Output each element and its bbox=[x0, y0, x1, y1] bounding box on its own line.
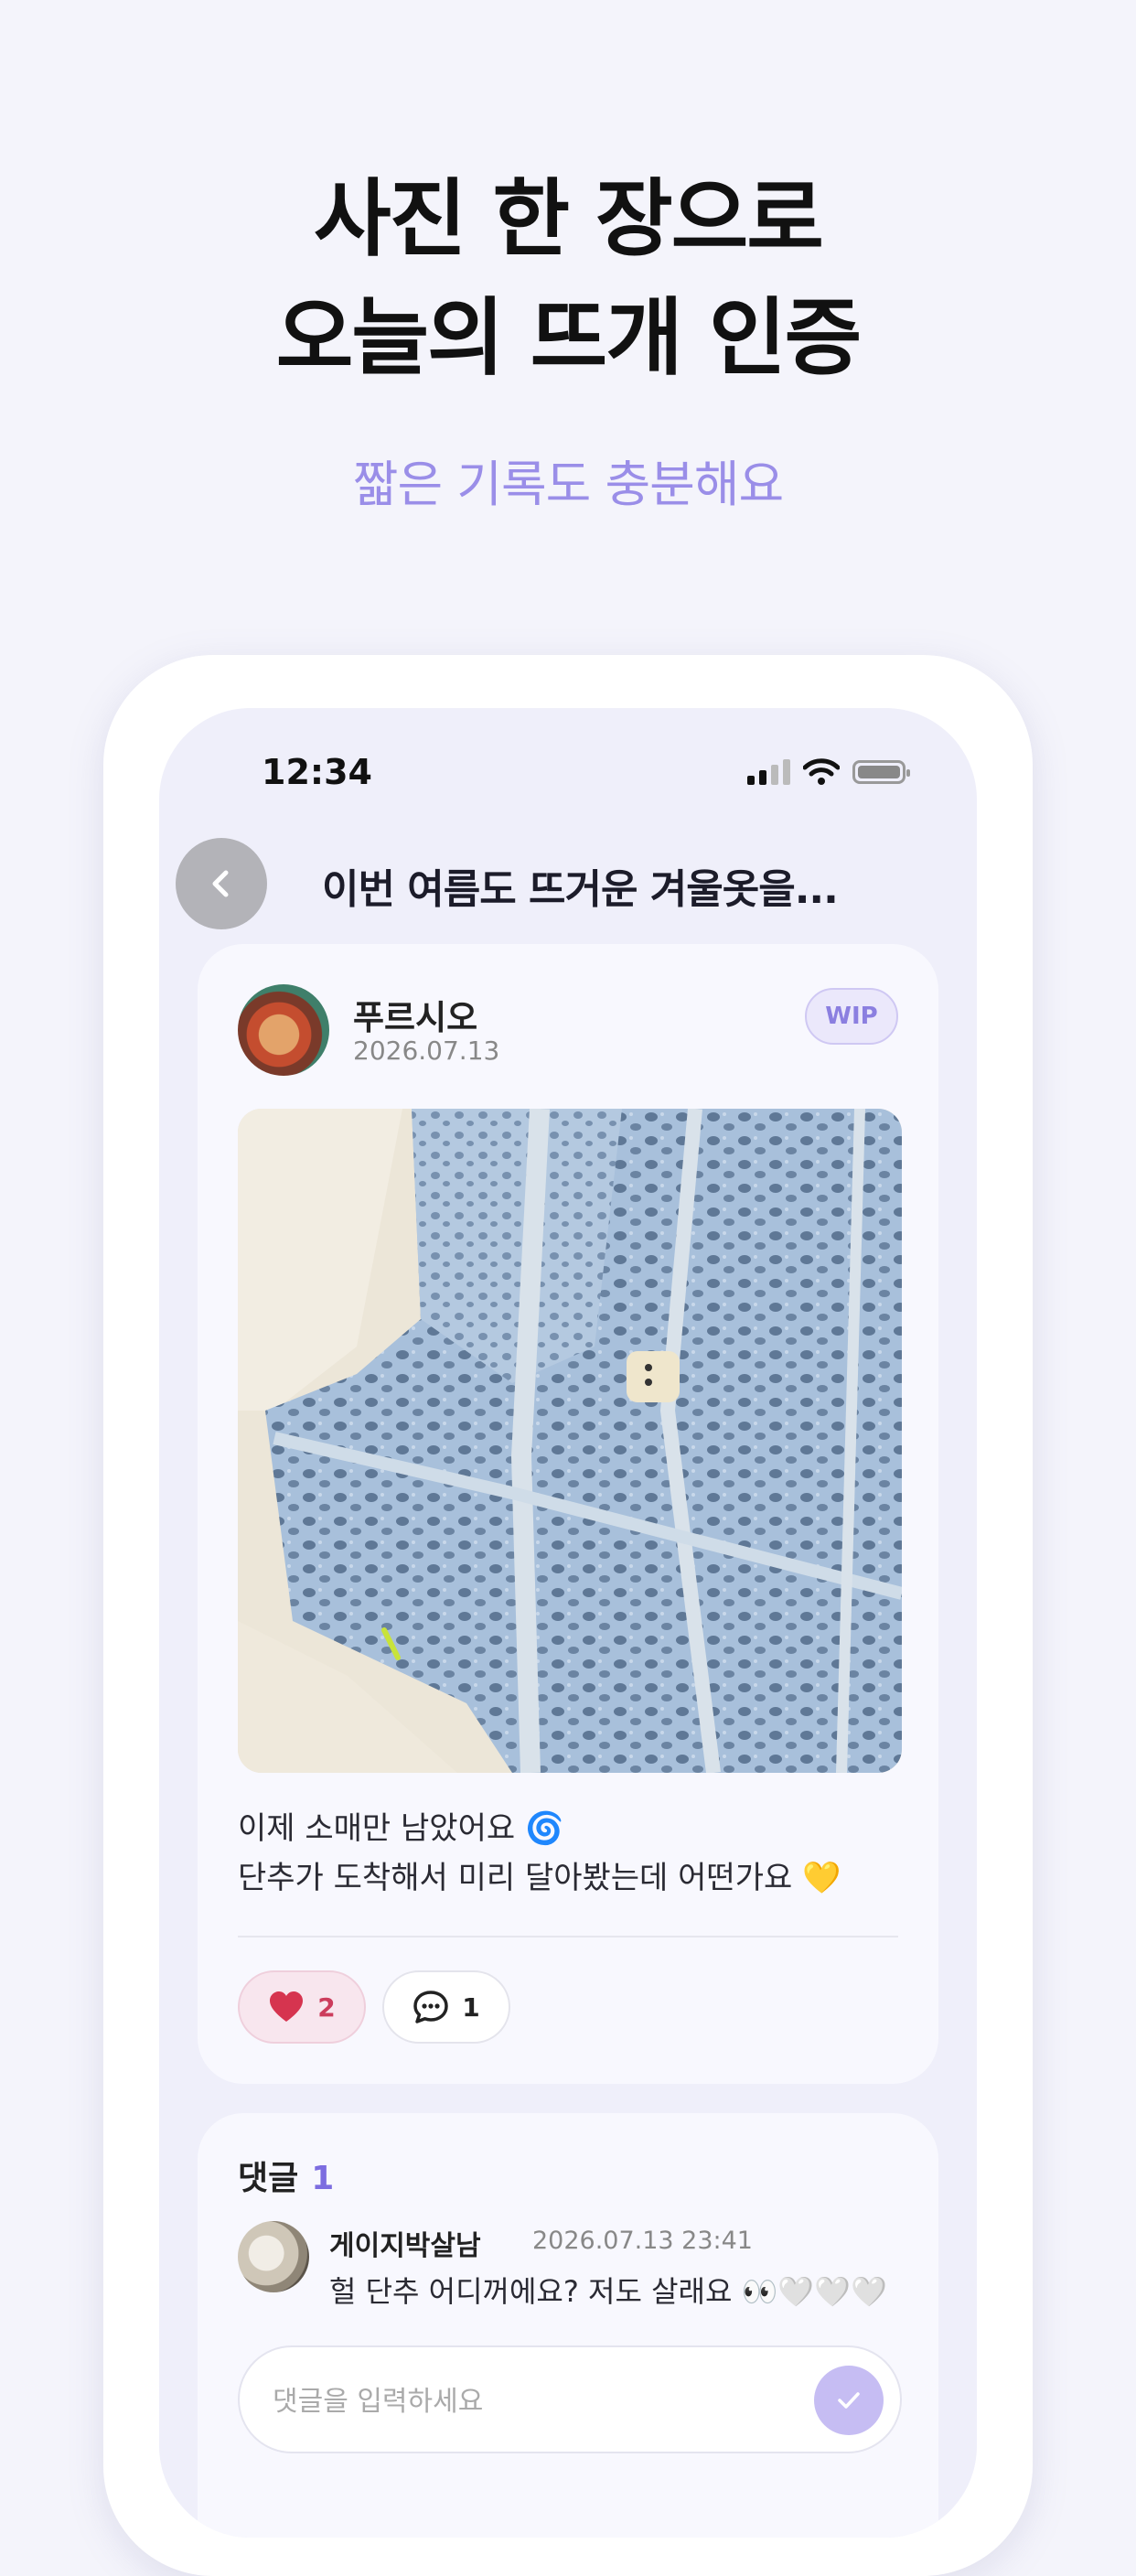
promo-subtitle: 짧은 기록도 충분해요 bbox=[352, 456, 784, 513]
promo-headline-line2: 오늘의 뜨개 인증 bbox=[275, 289, 863, 387]
comment-author[interactable]: 게이지박살남 bbox=[329, 2223, 481, 2263]
caption-line2: 단추가 도착해서 미리 달아봤는데 어떤가요 💛 bbox=[238, 1860, 841, 1896]
comment-input[interactable] bbox=[271, 2375, 787, 2428]
promo-headline: 사진 한 장으로 오늘의 뜨개 인증 bbox=[0, 160, 1136, 398]
comment-button[interactable]: 1 bbox=[382, 1970, 510, 2044]
commenter-avatar[interactable] bbox=[238, 2221, 309, 2292]
caption-line1: 이제 소매만 남았어요 🌀 bbox=[238, 1810, 564, 1847]
wifi-icon bbox=[803, 758, 840, 785]
signal-icon bbox=[747, 759, 790, 785]
back-button[interactable] bbox=[176, 838, 267, 929]
post-caption: 이제 소매만 남았어요 🌀 단추가 도착해서 미리 달아봤는데 어떤가요 💛 bbox=[238, 1804, 902, 1903]
check-icon bbox=[838, 2392, 860, 2409]
post-date: 2026.07.13 bbox=[353, 1036, 500, 1066]
comments-count: 1 bbox=[311, 2160, 335, 2197]
comment-text: 헐 단추 어디꺼에요? 저도 살래요 👀🤍🤍🤍 bbox=[329, 2274, 887, 2309]
status-badge: WIP bbox=[805, 988, 898, 1045]
comment-date: 2026.07.13 23:41 bbox=[532, 2227, 753, 2255]
divider bbox=[238, 1936, 898, 1937]
battery-icon bbox=[852, 760, 910, 784]
post-card: 푸르시오 2026.07.13 WIP 이제 소매만 남았어요 🌀 단추가 도착… bbox=[198, 944, 938, 2084]
send-button[interactable] bbox=[814, 2366, 884, 2435]
comment-input-box bbox=[238, 2345, 902, 2453]
chevron-left-icon bbox=[212, 870, 229, 897]
crochet-photo-image bbox=[238, 1109, 902, 1773]
phone-screen: 12:34 이번 여름도 뜨거운 겨울옷을... 푸르시오 2026.07.13… bbox=[159, 708, 977, 2538]
status-time: 12:34 bbox=[262, 752, 372, 792]
speech-bubble-icon bbox=[413, 1991, 448, 2023]
author-avatar[interactable] bbox=[238, 984, 329, 1076]
post-photo[interactable] bbox=[238, 1109, 902, 1773]
comments-header: 댓글 1 bbox=[238, 2152, 334, 2199]
comments-title: 댓글 bbox=[238, 2160, 299, 2197]
like-button[interactable]: 2 bbox=[238, 1970, 366, 2044]
comments-card: 댓글 1 게이지박살남 2026.07.13 23:41 헐 단추 어디꺼에요? … bbox=[198, 2113, 938, 2538]
page-title: 이번 여름도 뜨거운 겨울옷을... bbox=[322, 866, 839, 913]
like-count: 2 bbox=[317, 1991, 336, 2023]
post-author[interactable]: 푸르시오 bbox=[353, 990, 477, 1039]
status-icons bbox=[747, 754, 910, 790]
comment-count: 1 bbox=[462, 1991, 480, 2023]
heart-icon bbox=[270, 1991, 304, 2022]
promo-headline-line1: 사진 한 장으로 bbox=[314, 170, 824, 268]
